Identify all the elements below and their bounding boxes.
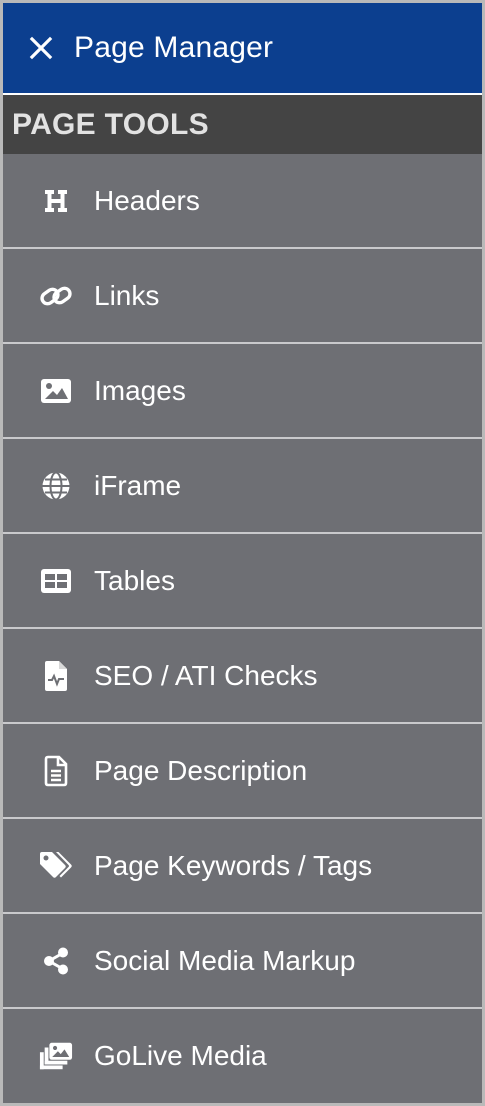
page-manager-header: Page Manager — [3, 3, 482, 95]
menu-item-page-description[interactable]: Page Description — [3, 724, 482, 819]
globe-icon — [39, 469, 73, 503]
document-icon — [39, 754, 73, 788]
table-icon — [39, 564, 73, 598]
menu-item-iframe[interactable]: iFrame — [3, 439, 482, 534]
menu-item-links[interactable]: Links — [3, 249, 482, 344]
section-title-page-tools: PAGE TOOLS — [3, 95, 482, 154]
menu-item-images[interactable]: Images — [3, 344, 482, 439]
link-icon — [39, 279, 73, 313]
tags-icon — [39, 849, 73, 883]
menu-item-label: GoLive Media — [94, 1039, 267, 1071]
menu-item-seo-ati-checks[interactable]: SEO / ATI Checks — [3, 629, 482, 724]
menu-item-golive-media[interactable]: GoLive Media — [3, 1009, 482, 1102]
menu-item-label: Page Keywords / Tags — [94, 849, 373, 881]
menu-item-label: Headers — [94, 184, 200, 216]
menu-item-tables[interactable]: Tables — [3, 534, 482, 629]
menu-item-page-keywords-tags[interactable]: Page Keywords / Tags — [3, 819, 482, 914]
menu-item-label: Images — [94, 374, 186, 406]
menu-item-label: SEO / ATI Checks — [94, 659, 318, 691]
menu-item-label: Links — [94, 279, 160, 311]
page-manager-panel: Page Manager PAGE TOOLS Headers Links Im… — [0, 0, 485, 1106]
page-title: Page Manager — [74, 31, 274, 64]
menu-item-label: Tables — [94, 564, 175, 596]
close-icon[interactable] — [27, 34, 55, 62]
page-tools-menu: Headers Links Images iFrame Tables SEO /… — [3, 154, 482, 1102]
share-icon — [39, 944, 73, 978]
image-icon — [39, 374, 73, 408]
media-icon — [39, 1039, 73, 1073]
menu-item-label: Page Description — [94, 754, 308, 786]
header-icon — [39, 184, 73, 218]
menu-item-label: iFrame — [94, 469, 182, 501]
menu-item-headers[interactable]: Headers — [3, 154, 482, 249]
menu-item-label: Social Media Markup — [94, 944, 356, 976]
menu-item-social-media-markup[interactable]: Social Media Markup — [3, 914, 482, 1009]
file-check-icon — [39, 659, 73, 693]
